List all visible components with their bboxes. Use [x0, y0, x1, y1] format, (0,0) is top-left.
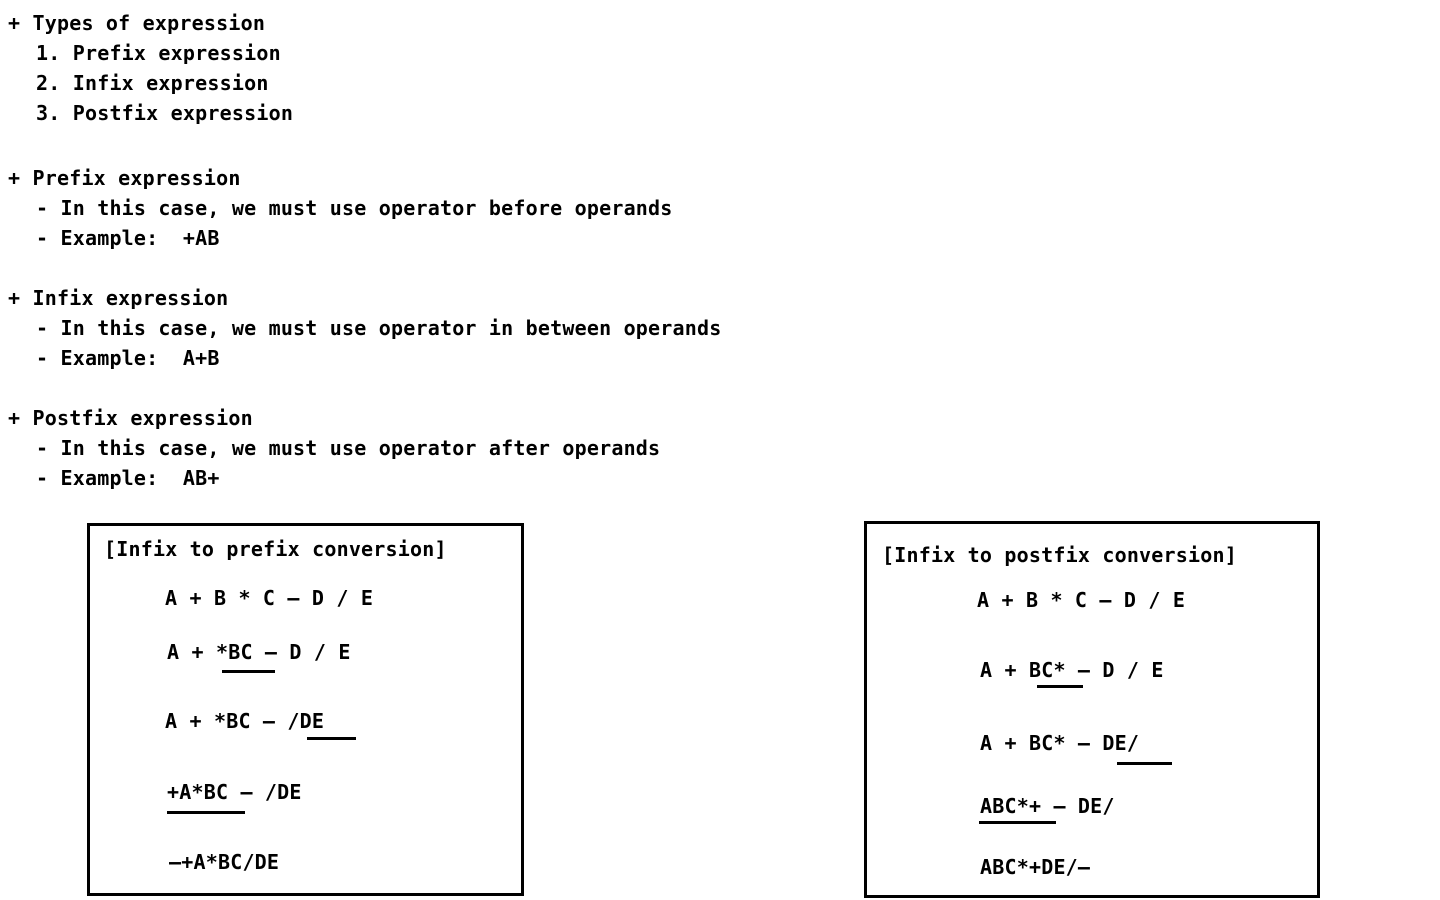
postfix-heading: + Postfix expression [8, 406, 253, 430]
underline-bc-prefix [222, 670, 275, 673]
prefix-step-1: A + B * C – D / E [165, 586, 374, 610]
postfix-step-2: A + BC* – D / E [980, 658, 1164, 682]
postfix-step-4: ABC*+ – DE/ [980, 794, 1115, 818]
postfix-step-5: ABC*+DE/– [980, 855, 1091, 879]
underline-bc-postfix [1037, 685, 1083, 688]
types-item-postfix: 3. Postfix expression [36, 101, 294, 125]
infix-heading: + Infix expression [8, 286, 229, 310]
underline-abc-prefix [167, 811, 245, 814]
types-item-infix: 2. Infix expression [36, 71, 269, 95]
prefix-step-4: +A*BC – /DE [167, 780, 302, 804]
postfix-step-3: A + BC* – DE/ [980, 731, 1140, 755]
prefix-heading: + Prefix expression [8, 166, 241, 190]
prefix-step-3: A + *BC – /DE [165, 709, 325, 733]
underline-de-postfix [1117, 762, 1172, 765]
infix-rule: - In this case, we must use operator in … [36, 316, 722, 340]
postfix-conversion-box [864, 521, 1320, 898]
infix-example: - Example: A+B [36, 346, 220, 370]
prefix-step-2: A + *BC – D / E [167, 640, 351, 664]
prefix-box-title: [Infix to prefix conversion] [104, 537, 447, 561]
postfix-example: - Example: AB+ [36, 466, 220, 490]
prefix-step-5: –+A*BC/DE [169, 850, 280, 874]
prefix-rule: - In this case, we must use operator bef… [36, 196, 673, 220]
types-item-prefix: 1. Prefix expression [36, 41, 281, 65]
postfix-box-title: [Infix to postfix conversion] [882, 543, 1237, 567]
postfix-step-1: A + B * C – D / E [977, 588, 1186, 612]
underline-de-prefix [307, 737, 356, 740]
types-heading: + Types of expression [8, 11, 266, 35]
postfix-rule: - In this case, we must use operator aft… [36, 436, 661, 460]
prefix-example: - Example: +AB [36, 226, 220, 250]
underline-abc-postfix [979, 821, 1056, 824]
